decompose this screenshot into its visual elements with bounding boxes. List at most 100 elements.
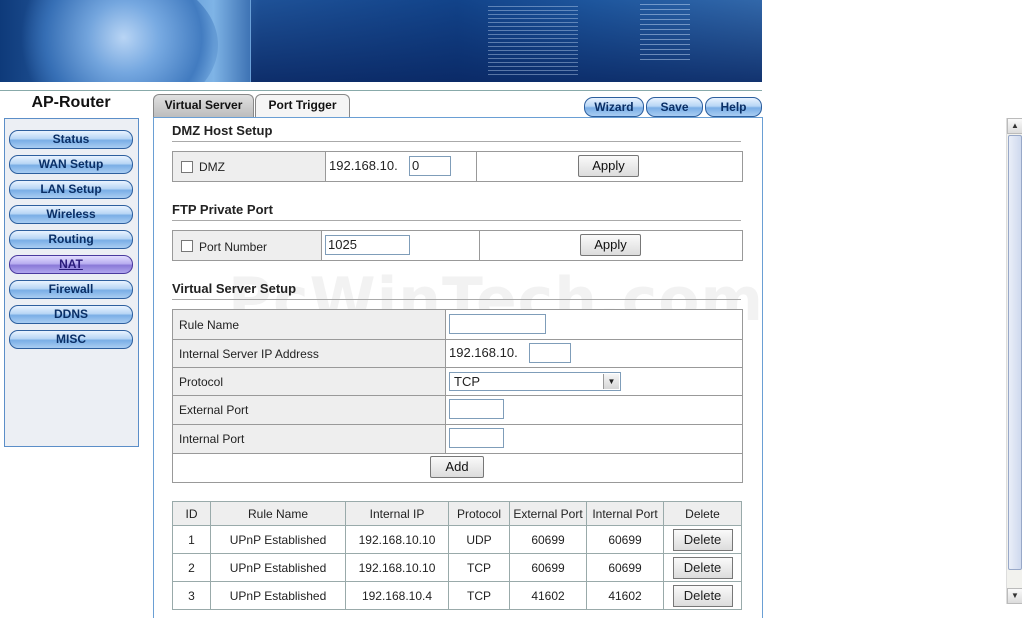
ftp-section-rule — [172, 220, 741, 221]
table-row: 1 UPnP Established 192.168.10.10 UDP 606… — [172, 525, 742, 554]
cell-id: 3 — [172, 581, 211, 610]
column-header-external-port: External Port — [509, 501, 587, 526]
dmz-checkbox[interactable] — [181, 161, 193, 173]
wizard-button[interactable]: Wizard — [584, 97, 644, 117]
sidebar-item-ddns[interactable]: DDNS — [9, 305, 133, 324]
ftp-port-label: Port Number — [199, 240, 268, 254]
sidebar-item-lan-setup[interactable]: LAN Setup — [9, 180, 133, 199]
divider — [173, 367, 742, 368]
sidebar-item-wan-setup[interactable]: WAN Setup — [9, 155, 133, 174]
table-row: 2 UPnP Established 192.168.10.10 TCP 606… — [172, 553, 742, 582]
dmz-ip-input[interactable]: 0 — [409, 156, 451, 176]
column-header-internal-port: Internal Port — [586, 501, 664, 526]
external-port-label: External Port — [179, 403, 249, 417]
cell-internal-ip: 192.168.10.10 — [345, 525, 449, 554]
ftp-apply-button[interactable]: Apply — [580, 234, 641, 256]
help-button[interactable]: Help — [705, 97, 762, 117]
ftp-row: Port Number 1025 Apply — [172, 230, 743, 261]
divider — [445, 310, 446, 453]
delete-button[interactable]: Delete — [672, 528, 733, 551]
divider — [321, 231, 322, 260]
delete-button[interactable]: Delete — [672, 556, 733, 579]
protocol-select[interactable]: TCP ▼ — [449, 372, 621, 391]
ftp-section-title: FTP Private Port — [172, 202, 273, 217]
add-rule-button[interactable]: Add — [430, 456, 484, 478]
cell-internal-ip: 192.168.10.10 — [345, 553, 449, 582]
dmz-section-rule — [172, 141, 741, 142]
dmz-label: DMZ — [199, 160, 225, 174]
table-header-row: ID Rule Name Internal IP Protocol Extern… — [172, 501, 742, 526]
delete-button[interactable]: Delete — [672, 584, 733, 607]
cell-internal-port: 41602 — [586, 581, 664, 610]
divider — [173, 453, 742, 454]
chevron-down-icon[interactable]: ▼ — [603, 374, 619, 389]
divider — [325, 152, 326, 181]
internal-ip-prefix: 192.168.10. — [449, 345, 518, 360]
table-row: 3 UPnP Established 192.168.10.4 TCP 4160… — [172, 581, 742, 610]
column-header-protocol: Protocol — [448, 501, 510, 526]
internal-ip-label: Internal Server IP Address — [179, 347, 319, 361]
cell-rule-name: UPnP Established — [210, 553, 346, 582]
dmz-label-cell — [173, 152, 325, 181]
cell-external-port: 60699 — [509, 525, 587, 554]
tab-virtual-server[interactable]: Virtual Server — [153, 94, 254, 117]
vertical-scrollbar[interactable]: ▲ ▼ — [1006, 118, 1022, 604]
scroll-down-icon[interactable]: ▼ — [1007, 588, 1022, 604]
cell-delete: Delete — [663, 553, 742, 582]
save-button[interactable]: Save — [646, 97, 703, 117]
column-header-rule-name: Rule Name — [210, 501, 346, 526]
sidebar-item-misc[interactable]: MISC — [9, 330, 133, 349]
rule-name-input[interactable] — [449, 314, 546, 334]
scrollbar-thumb[interactable] — [1008, 135, 1022, 570]
cell-protocol: TCP — [448, 553, 510, 582]
ftp-port-input[interactable]: 1025 — [325, 235, 410, 255]
internal-port-input[interactable] — [449, 428, 504, 448]
sidebar-item-nat[interactable]: NAT — [9, 255, 133, 274]
dmz-ip-prefix: 192.168.10. — [329, 158, 398, 173]
column-header-id: ID — [172, 501, 211, 526]
virtual-server-form: Rule Name Internal Server IP Address 192… — [172, 309, 743, 483]
cell-protocol: TCP — [448, 581, 510, 610]
cell-id: 2 — [172, 553, 211, 582]
external-port-input[interactable] — [449, 399, 504, 419]
ftp-port-checkbox[interactable] — [181, 240, 193, 252]
brand-title: AP-Router — [31, 94, 111, 111]
banner-code-graphic — [488, 6, 578, 76]
column-header-delete: Delete — [663, 501, 742, 526]
scroll-up-icon[interactable]: ▲ — [1007, 118, 1022, 134]
cell-rule-name: UPnP Established — [210, 525, 346, 554]
internal-ip-input[interactable] — [529, 343, 571, 363]
dmz-section-title: DMZ Host Setup — [172, 123, 273, 138]
rule-name-label: Rule Name — [179, 318, 240, 332]
sidebar: Status WAN Setup LAN Setup Wireless Rout… — [4, 118, 139, 447]
header-banner — [0, 0, 762, 82]
divider — [173, 339, 742, 340]
cell-rule-name: UPnP Established — [210, 581, 346, 610]
cell-protocol: UDP — [448, 525, 510, 554]
divider — [479, 231, 480, 260]
internal-port-label: Internal Port — [179, 432, 245, 446]
sidebar-item-wireless[interactable]: Wireless — [9, 205, 133, 224]
divider — [476, 152, 477, 181]
banner-code-graphic-2 — [640, 4, 690, 64]
cell-internal-port: 60699 — [586, 553, 664, 582]
sidebar-item-firewall[interactable]: Firewall — [9, 280, 133, 299]
virtual-server-section-rule — [172, 299, 741, 300]
tab-port-trigger[interactable]: Port Trigger — [255, 94, 350, 117]
sidebar-item-routing[interactable]: Routing — [9, 230, 133, 249]
cell-id: 1 — [172, 525, 211, 554]
cell-external-port: 41602 — [509, 581, 587, 610]
column-header-internal-ip: Internal IP — [345, 501, 449, 526]
dmz-row: DMZ 192.168.10. 0 Apply — [172, 151, 743, 182]
sidebar-item-status[interactable]: Status — [9, 130, 133, 149]
protocol-label: Protocol — [179, 375, 224, 389]
dmz-apply-button[interactable]: Apply — [578, 155, 639, 177]
header-divider — [0, 90, 762, 91]
cell-internal-port: 60699 — [586, 525, 664, 554]
cell-delete: Delete — [663, 581, 742, 610]
cell-delete: Delete — [663, 525, 742, 554]
divider — [173, 395, 742, 396]
rules-table: ID Rule Name Internal IP Protocol Extern… — [172, 501, 742, 610]
virtual-server-section-title: Virtual Server Setup — [172, 281, 297, 296]
globe-graphic — [8, 0, 218, 82]
